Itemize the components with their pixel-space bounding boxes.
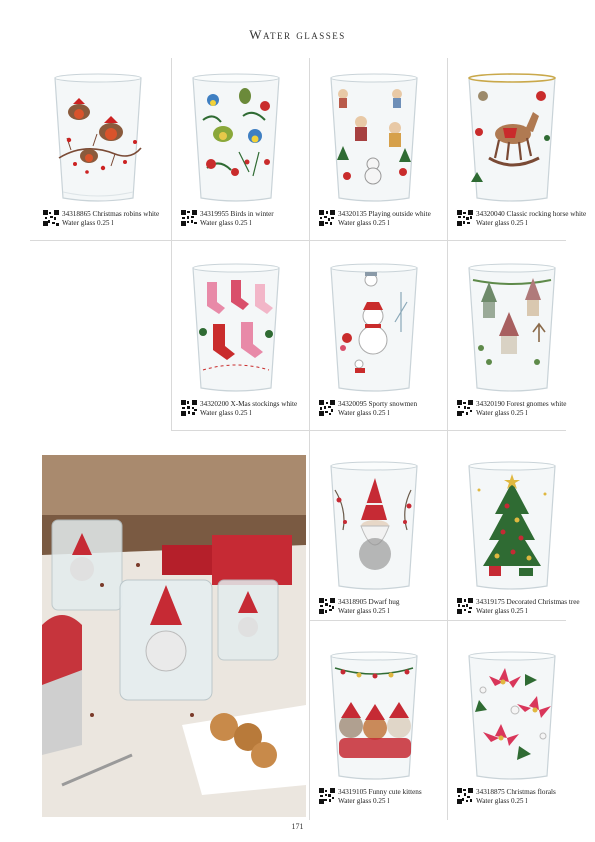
product-description: Water glass 0.25 l (62, 219, 114, 227)
qr-code-icon (319, 210, 335, 226)
product-description: Water glass 0.25 l (200, 219, 252, 227)
glass-image-dwarf (330, 461, 418, 590)
product-title: 34319105 Funny cute kittens (338, 788, 422, 796)
product-card[interactable]: 34318875 Christmas florals Water glass 0… (447, 640, 577, 820)
product-title: 34320095 Sporty snowmen (338, 400, 417, 408)
product-caption: 34318875 Christmas florals Water glass 0… (457, 788, 585, 812)
product-name: Decorated Christmas tree (506, 598, 580, 606)
lifestyle-photo-image (42, 455, 306, 817)
product-code: 34319955 (200, 210, 229, 218)
product-description: Water glass 0.25 l (476, 409, 528, 417)
qr-code-icon (181, 210, 197, 226)
product-name: Dwarf hug (368, 598, 400, 606)
qr-code-icon (457, 400, 473, 416)
product-caption: 34320200 X-Mas stockings white Water gla… (181, 400, 309, 424)
product-name: Classic rocking horse white (506, 210, 587, 218)
product-card[interactable]: 34320040 Classic rocking horse white Wat… (447, 62, 586, 242)
glass-image-robins (54, 73, 142, 202)
product-title: 34318865 Christmas robins white (62, 210, 159, 218)
product-code: 34320040 (476, 210, 505, 218)
product-caption: 34319955 Birds in winter Water glass 0.2… (181, 210, 309, 234)
glass-image-snowmen (330, 263, 418, 392)
product-code: 34318905 (338, 598, 367, 606)
product-code: 34320200 (200, 400, 229, 408)
product-card[interactable]: 34320190 Forest gnomes white Water glass… (447, 252, 577, 432)
qr-code-icon (457, 210, 473, 226)
glass-image-kittens (330, 651, 418, 780)
product-card[interactable]: 34320135 Playing outside white Water gla… (309, 62, 439, 242)
product-code: 34320095 (338, 400, 367, 408)
product-caption: 34318905 Dwarf hug Water glass 0.25 l (319, 598, 447, 622)
page-title: Water glasses (249, 27, 346, 42)
product-card[interactable]: 34320095 Sporty snowmen Water glass 0.25… (309, 252, 439, 432)
glass-image-tree (468, 461, 556, 590)
qr-code-icon (319, 598, 335, 614)
glass-image-poinsettia (468, 651, 556, 780)
lifestyle-photo (42, 455, 306, 817)
product-card[interactable]: 34318865 Christmas robins white Water gl… (33, 62, 163, 242)
glass-image-stockings (192, 263, 280, 392)
product-description: Water glass 0.25 l (476, 607, 528, 615)
page-number: 171 (291, 822, 304, 831)
product-name: Birds in winter (230, 210, 274, 218)
glass-image-gnomes (468, 263, 556, 392)
product-caption: 34320135 Playing outside white Water gla… (319, 210, 447, 234)
product-caption: 34318865 Christmas robins white Water gl… (43, 210, 171, 234)
product-description: Water glass 0.25 l (338, 409, 390, 417)
product-title: 34318875 Christmas florals (476, 788, 556, 796)
product-code: 34318875 (476, 788, 505, 796)
product-caption: 34320095 Sporty snowmen Water glass 0.25… (319, 400, 447, 424)
product-title: 34320190 Forest gnomes white (476, 400, 566, 408)
product-name: Sporty snowmen (368, 400, 418, 408)
product-description: Water glass 0.25 l (476, 797, 528, 805)
product-card[interactable]: 34319955 Birds in winter Water glass 0.2… (171, 62, 301, 242)
glass-image-birds (192, 73, 280, 202)
product-code: 34320190 (476, 400, 505, 408)
product-name: Christmas florals (506, 788, 556, 796)
qr-code-icon (319, 400, 335, 416)
qr-code-icon (457, 788, 473, 804)
product-description: Water glass 0.25 l (338, 219, 390, 227)
product-card[interactable]: 34318905 Dwarf hug Water glass 0.25 l (309, 450, 439, 630)
product-code: 34320135 (338, 210, 367, 218)
product-description: Water glass 0.25 l (338, 607, 390, 615)
product-card[interactable]: 34319105 Funny cute kittens Water glass … (309, 640, 439, 820)
product-name: X-Mas stockings white (230, 400, 298, 408)
product-code: 34318865 (62, 210, 91, 218)
product-title: 34318905 Dwarf hug (338, 598, 399, 606)
product-description: Water glass 0.25 l (200, 409, 252, 417)
product-name: Playing outside white (368, 210, 431, 218)
qr-code-icon (319, 788, 335, 804)
qr-code-icon (457, 598, 473, 614)
product-title: 34319955 Birds in winter (200, 210, 274, 218)
glass-image-rocking-horse (468, 73, 556, 202)
qr-code-icon (181, 400, 197, 416)
product-caption: 34320040 Classic rocking horse white Wat… (457, 210, 586, 234)
product-caption: 34319105 Funny cute kittens Water glass … (319, 788, 447, 812)
product-title: 34320200 X-Mas stockings white (200, 400, 297, 408)
product-card[interactable]: 34319175 Decorated Christmas tree Water … (447, 450, 580, 630)
product-description: Water glass 0.25 l (338, 797, 390, 805)
product-description: Water glass 0.25 l (476, 219, 528, 227)
product-caption: 34319175 Decorated Christmas tree Water … (457, 598, 585, 622)
qr-code-icon (43, 210, 59, 226)
product-caption: 34320190 Forest gnomes white Water glass… (457, 400, 585, 424)
product-title: 34319175 Decorated Christmas tree (476, 598, 580, 606)
product-name: Funny cute kittens (368, 788, 422, 796)
product-code: 34319105 (338, 788, 367, 796)
product-title: 34320135 Playing outside white (338, 210, 431, 218)
product-name: Christmas robins white (92, 210, 160, 218)
product-card[interactable]: 34320200 X-Mas stockings white Water gla… (171, 252, 301, 432)
product-code: 34319175 (476, 598, 505, 606)
product-name: Forest gnomes white (506, 400, 567, 408)
product-title: 34320040 Classic rocking horse white (476, 210, 586, 218)
glass-image-children (330, 73, 418, 202)
